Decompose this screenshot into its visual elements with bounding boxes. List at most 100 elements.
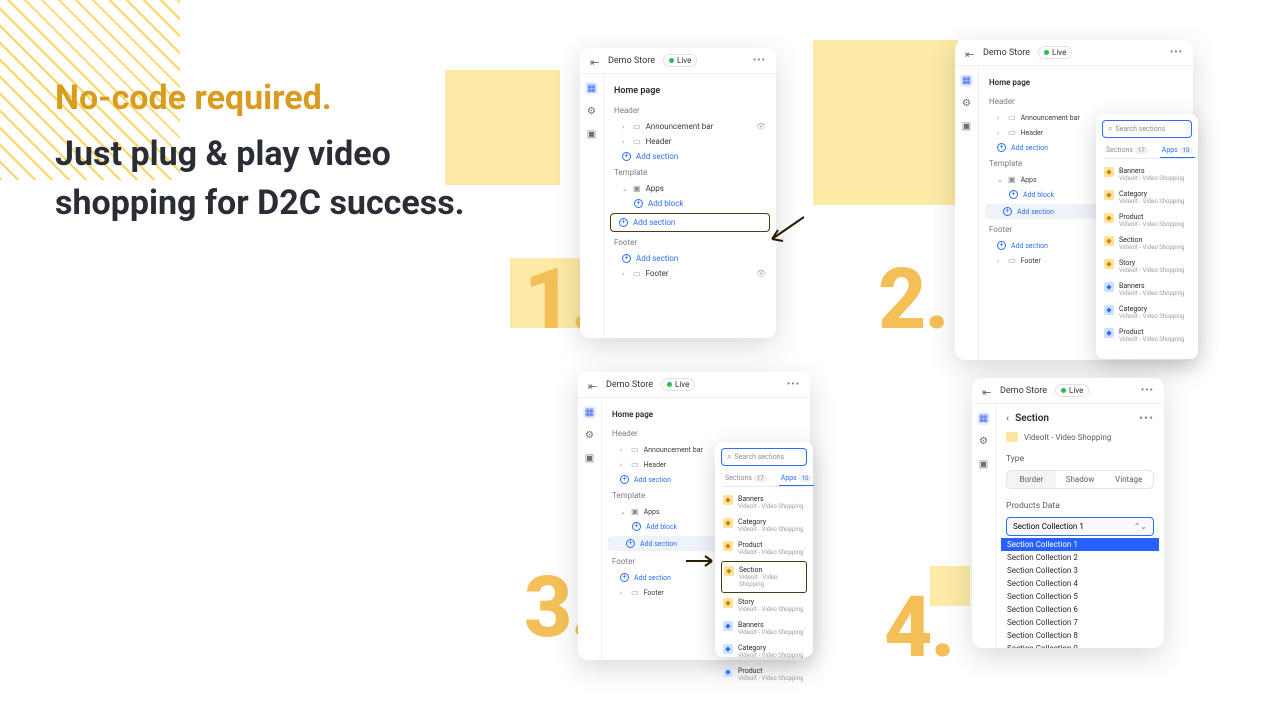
dropdown-option[interactable]: Section Collection 8 xyxy=(1001,629,1159,642)
dropdown-option[interactable]: Section Collection 6 xyxy=(1001,603,1159,616)
app-option-category[interactable]: ◆CategoryVideoIt - Video Shopping xyxy=(1102,186,1192,209)
app-option-product[interactable]: ◆ProductVideoIt - Video Shopping xyxy=(721,537,807,560)
sidebar-rail: ▦ ⚙ ▣ xyxy=(972,404,996,648)
app-option-category[interactable]: ◆CategoryVideoIt - Video Shopping xyxy=(721,640,807,663)
section-more-icon[interactable]: ••• xyxy=(1139,411,1154,425)
seg-border[interactable]: Border xyxy=(1007,471,1056,488)
tab-apps[interactable]: Apps10 xyxy=(1160,143,1195,158)
add-section-highlighted[interactable]: +Add section xyxy=(610,213,770,232)
app-option-category[interactable]: ◆CategoryVideoIt - Video Shopping xyxy=(721,514,807,537)
add-section-link[interactable]: +Add section xyxy=(604,149,776,164)
collection-select[interactable]: Section Collection 1⌃⌄ xyxy=(1006,517,1154,536)
bg-block xyxy=(813,40,958,205)
app-option-banners[interactable]: ◆BannersVideoIt - Video Shopping xyxy=(721,491,807,514)
type-segmented[interactable]: Border Shadow Vintage xyxy=(1006,470,1154,489)
editor-panel-1: Demo Store Live ••• ▦ ⚙ ▣ Home page Head… xyxy=(580,48,776,338)
exit-icon[interactable] xyxy=(588,380,598,390)
dropdown-option[interactable]: Section Collection 9 xyxy=(1001,642,1159,648)
page-title: Home page xyxy=(602,404,810,425)
seg-vintage[interactable]: Vintage xyxy=(1104,471,1153,488)
tab-sections[interactable]: Sections17 xyxy=(1104,143,1150,158)
settings-rail-icon[interactable]: ⚙ xyxy=(585,105,598,118)
settings-rail-icon[interactable]: ⚙ xyxy=(977,435,990,448)
live-badge: Live xyxy=(1055,384,1089,397)
dropdown-option[interactable]: Section Collection 4 xyxy=(1001,577,1159,590)
add-section-link[interactable]: +Add section xyxy=(604,251,776,266)
videoit-icon xyxy=(1006,432,1018,442)
search-input[interactable]: Search sections xyxy=(721,448,807,466)
arrow-indicator xyxy=(684,553,718,569)
tree-row-apps[interactable]: ⌄▣Apps xyxy=(604,181,776,196)
window-bar: Demo Store Live ••• xyxy=(578,372,810,398)
app-option-product[interactable]: ◆ProductVideoIt - Video Shopping xyxy=(1102,324,1192,347)
app-option-product[interactable]: ◆ProductVideoIt - Video Shopping xyxy=(721,663,807,686)
exit-icon[interactable] xyxy=(590,56,600,66)
app-option-banners[interactable]: ◆BannersVideoIt - Video Shopping xyxy=(721,617,807,640)
dropdown-option[interactable]: Section Collection 5 xyxy=(1001,590,1159,603)
seg-shadow[interactable]: Shadow xyxy=(1056,471,1105,488)
app-option-product[interactable]: ◆ProductVideoIt - Video Shopping xyxy=(1102,209,1192,232)
section-title: Section xyxy=(1015,413,1049,424)
store-name: Demo Store xyxy=(608,56,655,66)
app-option-banners[interactable]: ◆BannersVideoIt - Video Shopping xyxy=(1102,278,1192,301)
sidebar-rail: ▦ ⚙ ▣ xyxy=(578,398,602,660)
app-option-section[interactable]: ◆SectionVideoIt - Video Shopping xyxy=(721,561,807,593)
section-tree: Home page Header ›▭Announcement bar👁 ›▭H… xyxy=(604,74,776,338)
dropdown-option[interactable]: Section Collection 7 xyxy=(1001,616,1159,629)
app-option-story[interactable]: ◆StoryVideoIt - Video Shopping xyxy=(721,594,807,617)
live-badge: Live xyxy=(663,54,697,67)
visibility-icon[interactable]: 👁 xyxy=(756,122,766,131)
sections-rail-icon[interactable]: ▦ xyxy=(960,74,973,87)
window-bar: Demo Store Live ••• xyxy=(580,48,776,74)
dropdown-option[interactable]: Section Collection 2 xyxy=(1001,551,1159,564)
dropdown-option[interactable]: Section Collection 1 xyxy=(1001,538,1159,551)
tree-row-footer[interactable]: ›▭Footer👁 xyxy=(604,266,776,281)
back-icon[interactable]: ‹ xyxy=(1006,413,1009,424)
more-icon[interactable]: ••• xyxy=(753,55,766,66)
apps-rail-icon[interactable]: ▣ xyxy=(960,120,973,133)
headline: No-code required. Just plug & play video… xyxy=(55,76,475,228)
section-header: ‹ Section ••• xyxy=(996,404,1164,432)
apps-rail-icon[interactable]: ▣ xyxy=(977,458,990,471)
settings-rail-icon[interactable]: ⚙ xyxy=(583,429,596,442)
sections-rail-icon[interactable]: ▦ xyxy=(977,412,990,425)
tab-apps[interactable]: Apps10 xyxy=(779,471,814,486)
sidebar-rail: ▦ ⚙ ▣ xyxy=(955,66,979,360)
apps-rail-icon[interactable]: ▣ xyxy=(583,452,596,465)
exit-icon[interactable] xyxy=(982,386,992,396)
group-header: Header xyxy=(604,102,776,119)
products-data-label: Products Data xyxy=(996,497,1164,515)
exit-icon[interactable] xyxy=(965,48,975,58)
more-icon[interactable]: ••• xyxy=(787,379,800,390)
app-option-banners[interactable]: ◆BannersVideoIt - Video Shopping xyxy=(1102,163,1192,186)
more-icon[interactable]: ••• xyxy=(1170,47,1183,58)
settings-rail-icon[interactable]: ⚙ xyxy=(960,97,973,110)
live-badge: Live xyxy=(1038,46,1072,59)
app-option-section[interactable]: ◆SectionVideoIt - Video Shopping xyxy=(1102,232,1192,255)
apps-rail-icon[interactable]: ▣ xyxy=(585,128,598,141)
dropdown-option[interactable]: Section Collection 3 xyxy=(1001,564,1159,577)
store-name: Demo Store xyxy=(983,48,1030,58)
tree-row-announcement[interactable]: ›▭Announcement bar👁 xyxy=(604,119,776,134)
step-number-4: 4. xyxy=(884,578,953,677)
app-source: VideoIt - Video Shopping xyxy=(996,432,1164,450)
page-title: Home page xyxy=(979,72,1193,93)
window-bar: Demo Store Live ••• xyxy=(955,40,1193,66)
sections-rail-icon[interactable]: ▦ xyxy=(583,406,596,419)
group-header: Header xyxy=(979,93,1193,110)
sections-rail-icon[interactable]: ▦ xyxy=(585,82,598,95)
tree-row-header[interactable]: ›▭Header xyxy=(604,134,776,149)
app-option-category[interactable]: ◆CategoryVideoIt - Video Shopping xyxy=(1102,301,1192,324)
store-name: Demo Store xyxy=(1000,386,1047,396)
visibility-icon[interactable]: 👁 xyxy=(756,269,766,278)
app-option-story[interactable]: ◆StoryVideoIt - Video Shopping xyxy=(1102,255,1192,278)
popover-tabs: Sections17 Apps10 xyxy=(723,471,805,487)
add-block-link[interactable]: +Add block xyxy=(604,196,776,211)
tab-sections[interactable]: Sections17 xyxy=(723,471,769,486)
group-header: Header xyxy=(602,425,810,442)
window-bar: Demo Store Live ••• xyxy=(972,378,1164,404)
more-icon[interactable]: ••• xyxy=(1141,385,1154,396)
page-title: Home page xyxy=(604,80,776,102)
search-input[interactable]: Search sections xyxy=(1102,120,1192,138)
popover-tabs: Sections17 Apps10 xyxy=(1104,143,1190,159)
